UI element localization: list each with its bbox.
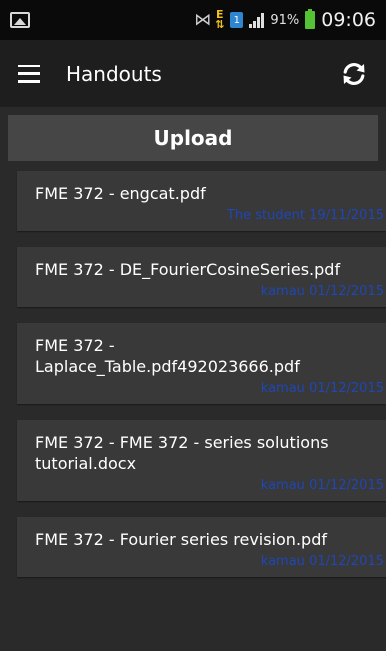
status-right: ⋈ E ⇅ 1 91% 09:06 [194,9,376,31]
handout-meta: kamau 01/12/2015 [35,554,386,569]
handout-date: 19/11/2015 [309,208,384,223]
list-item[interactable]: FME 372 - Fourier series revision.pdf kam… [17,517,386,577]
handout-date: 01/12/2015 [309,478,384,493]
handout-meta: kamau 01/12/2015 [35,478,386,493]
handout-date: 01/12/2015 [309,381,384,396]
battery-percent: 91% [270,12,300,28]
battery-icon [305,9,316,29]
list-item[interactable]: FME 372 - FME 372 - series solutions tut… [17,420,386,501]
handout-title: FME 372 - Fourier series revision.pdf [35,530,327,549]
handout-list: FME 372 - engcat.pdf The student 19/11/20… [17,171,386,593]
handout-meta: kamau 01/12/2015 [35,284,386,299]
handout-meta: kamau 01/12/2015 [35,381,386,396]
status-left [10,12,30,28]
list-item[interactable]: FME 372 - Laplace_Table.pdf492023666.pdf… [17,323,386,404]
handout-meta: The student 19/11/2015 [35,208,386,223]
handout-title: FME 372 - Laplace_Table.pdf492023666.pdf [35,336,300,376]
upload-button[interactable]: Upload [8,115,378,161]
handout-owner: The student [226,208,305,223]
handout-owner: kamau [260,381,305,396]
list-item[interactable]: FME 372 - DE_FourierCosineSeries.pdfkama… [17,247,386,307]
toolbar: Handouts [0,40,386,107]
handout-title: FME 372 - FME 372 - series solutions tut… [35,433,329,473]
handout-date: 01/12/2015 [309,554,384,569]
no-signal-icon: ⋈ [194,10,211,30]
refresh-icon[interactable] [340,60,368,88]
handout-owner: kamau [260,478,305,493]
clock: 09:06 [321,9,376,31]
handout-owner: kamau [260,284,305,299]
status-bar: ⋈ E ⇅ 1 91% 09:06 [0,0,386,40]
hamburger-menu-icon[interactable] [18,64,40,83]
list-item[interactable]: FME 372 - engcat.pdf The student 19/11/20… [17,171,386,231]
gallery-icon [10,12,30,28]
handout-owner: kamau [260,554,305,569]
handout-title: FME 372 - engcat.pdf [35,184,206,203]
page-title: Handouts [66,61,162,86]
data-transfer-icon: E ⇅ [215,8,225,31]
handout-date: 01/12/2015 [309,284,384,299]
sim-icon: 1 [230,12,244,28]
handout-title: FME 372 - DE_FourierCosineSeries.pdf [35,260,341,279]
signal-icon [249,12,265,28]
